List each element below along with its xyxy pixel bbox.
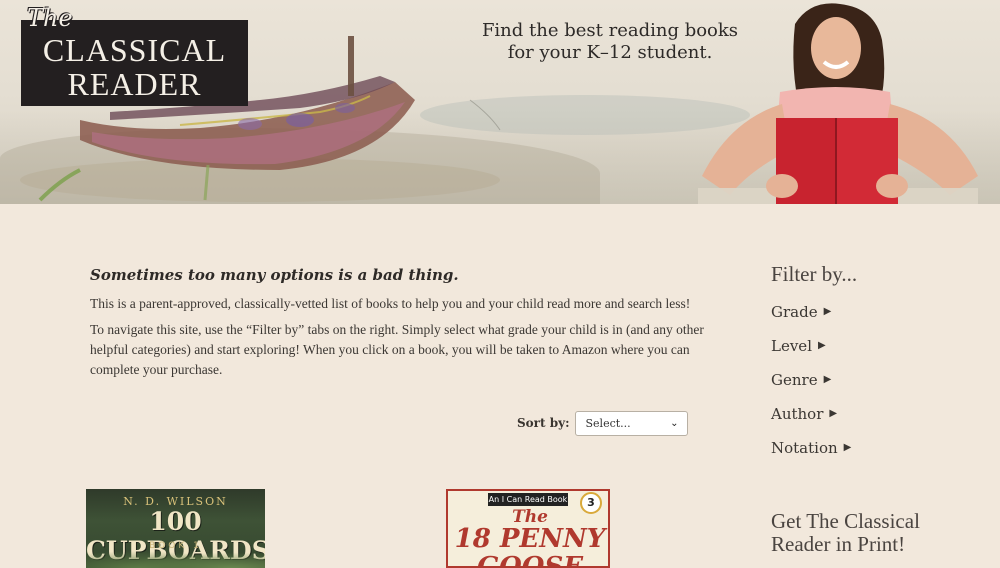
site-logo[interactable]: The CLASSICAL READER	[21, 4, 248, 106]
caret-right-icon: ▶	[823, 306, 832, 317]
filter-item-label: Level	[771, 337, 812, 355]
caret-right-icon: ▶	[829, 408, 838, 419]
caret-right-icon: ▶	[843, 442, 852, 453]
print-edition-heading: Get The Classical Reader in Print!	[771, 510, 981, 556]
intro-lead: Sometimes too many options is a bad thin…	[90, 266, 459, 284]
filter-item-label: Grade	[771, 303, 818, 321]
logo-the: The	[27, 4, 73, 32]
book-series-badge: An I Can Read Book	[488, 493, 568, 506]
logo-line-2: READER	[67, 66, 202, 102]
print-heading-line-2: Reader in Print!	[771, 532, 906, 556]
sort-select[interactable]: Select... ⌄	[574, 410, 688, 436]
intro-section: Sometimes too many options is a bad thin…	[90, 266, 730, 386]
intro-paragraph-1: This is a parent-approved, classically-v…	[90, 296, 691, 311]
filter-item-grade[interactable]: Grade ▶	[771, 301, 981, 335]
cover-artwork	[86, 548, 265, 568]
sort-select-value: Select...	[585, 416, 631, 430]
caret-right-icon: ▶	[818, 340, 826, 351]
caret-right-icon: ▶	[823, 374, 832, 385]
sort-label: Sort by:	[517, 416, 570, 430]
book-cover-100-cupboards[interactable]: N. D. WILSON 100 CUPBOARDS BOOK 1	[86, 489, 265, 568]
filter-item-label: Notation	[771, 439, 838, 457]
filter-item-label: Author	[771, 405, 824, 423]
filter-title: Filter by...	[771, 262, 858, 286]
print-heading-line-1: Get The Classical	[771, 509, 920, 533]
filter-item-level[interactable]: Level ▶	[771, 335, 981, 369]
filter-sidebar: Filter by... Grade ▶ Level ▶ Genre ▶ Aut…	[771, 262, 981, 471]
book-title: 18 PENNY GOOSE	[454, 524, 606, 568]
header-banner: The CLASSICAL READER Find the best readi…	[0, 0, 1000, 204]
chevron-down-icon: ⌄	[670, 417, 679, 429]
sort-control: Sort by: Select... ⌄	[517, 410, 688, 436]
book-cover-18-penny-goose[interactable]: An I Can Read Book 3 The 18 PENNY GOOSE	[446, 489, 610, 568]
girl-reading-photo	[698, 3, 978, 204]
logo-line-1: CLASSICAL	[42, 32, 227, 68]
filter-item-author[interactable]: Author ▶	[771, 403, 981, 437]
filter-item-label: Genre	[771, 371, 818, 389]
intro-paragraph-2: To navigate this site, use the “Filter b…	[90, 322, 704, 377]
filter-item-notation[interactable]: Notation ▶	[771, 437, 981, 471]
filter-item-genre[interactable]: Genre ▶	[771, 369, 981, 403]
